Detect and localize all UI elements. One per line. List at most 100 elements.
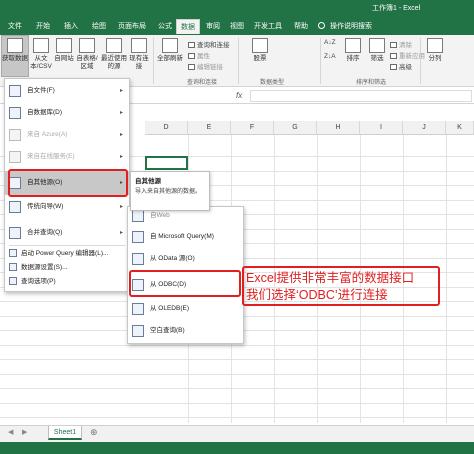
menu-item-from-file[interactable]: 自文件(F) ▸ xyxy=(5,81,129,101)
text-file-icon xyxy=(33,38,49,53)
queries-connections-button[interactable]: 查询和连接 xyxy=(188,39,230,49)
group-label-sort-filter: 排序和筛选 xyxy=(355,80,386,86)
column-header-e[interactable]: E xyxy=(188,121,231,135)
tab-developer[interactable]: 开发工具 xyxy=(250,19,286,34)
wizard-icon xyxy=(9,201,21,213)
callout-line-2: 我们选择‘ODBC’进行连接 xyxy=(246,288,388,302)
filter-button[interactable]: 筛选 xyxy=(366,38,388,63)
sort-za-icon[interactable]: Z↓A xyxy=(324,53,336,60)
from-web-button[interactable]: 自网站 xyxy=(54,38,74,63)
power-query-icon xyxy=(9,249,17,257)
column-header-d[interactable]: D xyxy=(145,121,188,135)
sheet-tab-bar: ◀ ▶ Sheet1 ⊕ xyxy=(0,425,474,442)
ribbon-tabs: 文件 开始 插入 绘图 页面布局 公式 数据 审阅 视图 开发工具 帮助 操作说… xyxy=(0,15,474,35)
cloud-icon xyxy=(9,151,21,163)
grid-line xyxy=(0,359,474,360)
menu-item-from-odata[interactable]: 从 OData 源(O) xyxy=(128,249,243,269)
existing-connections-button[interactable]: 现有连接 xyxy=(128,38,150,71)
selected-cell[interactable] xyxy=(145,156,188,170)
add-sheet-icon[interactable]: ⊕ xyxy=(90,427,98,438)
text-to-columns-button[interactable]: 分列 xyxy=(424,38,446,63)
recent-sources-button[interactable]: 最近使用的源 xyxy=(101,38,127,71)
group-divider xyxy=(153,38,154,84)
tab-page-layout[interactable]: 页面布局 xyxy=(114,19,150,34)
grid-line xyxy=(0,403,474,404)
web-icon xyxy=(56,38,72,53)
tab-home[interactable]: 开始 xyxy=(32,19,54,34)
combine-icon xyxy=(9,227,21,239)
tab-insert[interactable]: 插入 xyxy=(60,19,82,34)
tell-me-search[interactable]: 操作说明搜索 xyxy=(330,19,396,34)
tooltip: 自其他源 导入来自其他源的数据。 xyxy=(130,171,210,211)
database-icon xyxy=(9,107,21,119)
formula-input[interactable] xyxy=(250,90,472,102)
menu-item-data-source-settings[interactable]: 数据源设置(S)... xyxy=(5,261,129,275)
clear-button[interactable]: 清除 xyxy=(390,39,412,49)
highlight-other-sources xyxy=(8,169,128,197)
group-divider xyxy=(320,38,321,84)
group-label-data-types: 数据类型 xyxy=(259,80,284,86)
title-bar: 工作簿1 - Excel xyxy=(0,0,474,15)
scroll-right-icon[interactable]: ▶ xyxy=(22,428,27,436)
menu-item-query-options[interactable]: 查询选项(P) xyxy=(5,275,129,289)
advanced-button[interactable]: 高级 xyxy=(390,61,412,71)
bank-icon xyxy=(252,38,268,53)
highlight-odbc xyxy=(129,270,241,297)
menu-item-from-web[interactable]: 自Web xyxy=(128,209,243,223)
tab-file[interactable]: 文件 xyxy=(6,19,24,34)
properties-icon xyxy=(188,53,195,60)
blank-query-icon xyxy=(132,325,144,337)
from-text-csv-button[interactable]: 从文本/CSV xyxy=(30,38,52,71)
refresh-icon xyxy=(162,38,178,53)
refresh-all-button[interactable]: 全部刷新 xyxy=(156,38,184,63)
sort-button[interactable]: 排序 xyxy=(342,38,364,63)
menu-item-from-database[interactable]: 自数据库(D) ▸ xyxy=(5,103,129,123)
fx-icon[interactable]: fx xyxy=(236,91,242,100)
menu-item-from-microsoft-query[interactable]: 自 Microsoft Query(M) xyxy=(128,227,243,247)
menu-item-launch-power-query[interactable]: 启动 Power Query 编辑器(L)... xyxy=(5,247,129,261)
microsoft-query-icon xyxy=(132,231,144,243)
more-data-tools-icon[interactable] xyxy=(450,39,462,75)
recent-icon xyxy=(106,38,122,53)
reapply-icon xyxy=(390,53,397,60)
menu-item-combine-queries[interactable]: 合并查询(Q) ▸ xyxy=(5,223,129,243)
column-header-i[interactable]: I xyxy=(360,121,403,135)
split-icon xyxy=(427,38,443,53)
status-bar xyxy=(0,442,474,454)
connection-icon xyxy=(131,38,147,53)
column-header-g[interactable]: G xyxy=(274,121,317,135)
odata-icon xyxy=(132,253,144,265)
menu-item-legacy-wizards[interactable]: 传统向导(W) ▸ xyxy=(5,197,129,217)
clear-icon xyxy=(390,42,397,49)
menu-item-from-oledb[interactable]: 从 OLEDB(E) xyxy=(128,299,243,319)
callout-text: Excel提供非常丰富的数据接口 我们选择‘ODBC’进行连接 xyxy=(246,270,442,304)
menu-divider xyxy=(9,245,125,246)
tab-help[interactable]: 帮助 xyxy=(290,19,312,34)
tab-data[interactable]: 数据 xyxy=(176,19,200,34)
grid-line xyxy=(0,417,474,418)
edit-links-button[interactable]: 编辑链接 xyxy=(188,61,223,71)
tab-view[interactable]: 视图 xyxy=(226,19,248,34)
menu-item-blank-query[interactable]: 空白查询(B) xyxy=(128,321,243,341)
column-header-j[interactable]: J xyxy=(403,121,446,135)
tab-formulas[interactable]: 公式 xyxy=(154,19,176,34)
tab-review[interactable]: 审阅 xyxy=(202,19,224,34)
properties-button[interactable]: 属性 xyxy=(188,50,210,60)
menu-item-from-azure[interactable]: 来自 Azure(A) ▸ xyxy=(5,125,129,145)
tab-draw[interactable]: 绘图 xyxy=(88,19,110,34)
column-header-f[interactable]: F xyxy=(231,121,274,135)
sort-icon xyxy=(345,38,361,53)
grid-line xyxy=(0,345,474,346)
lightbulb-icon xyxy=(318,22,325,29)
get-data-label: 获取数据 xyxy=(2,55,28,62)
azure-icon xyxy=(9,129,21,141)
stocks-button[interactable]: 股票 xyxy=(246,38,274,63)
column-header-k[interactable]: K xyxy=(446,121,474,135)
globe-icon xyxy=(132,210,144,222)
sheet-tab[interactable]: Sheet1 xyxy=(48,426,82,440)
menu-item-from-online-services[interactable]: 来自在线服务(E) ▸ xyxy=(5,147,129,167)
column-header-h[interactable]: H xyxy=(317,121,360,135)
sort-az-icon[interactable]: A↓Z xyxy=(324,39,336,46)
from-table-button[interactable]: 自表格/区域 xyxy=(75,38,99,71)
scroll-left-icon[interactable]: ◀ xyxy=(8,428,13,436)
